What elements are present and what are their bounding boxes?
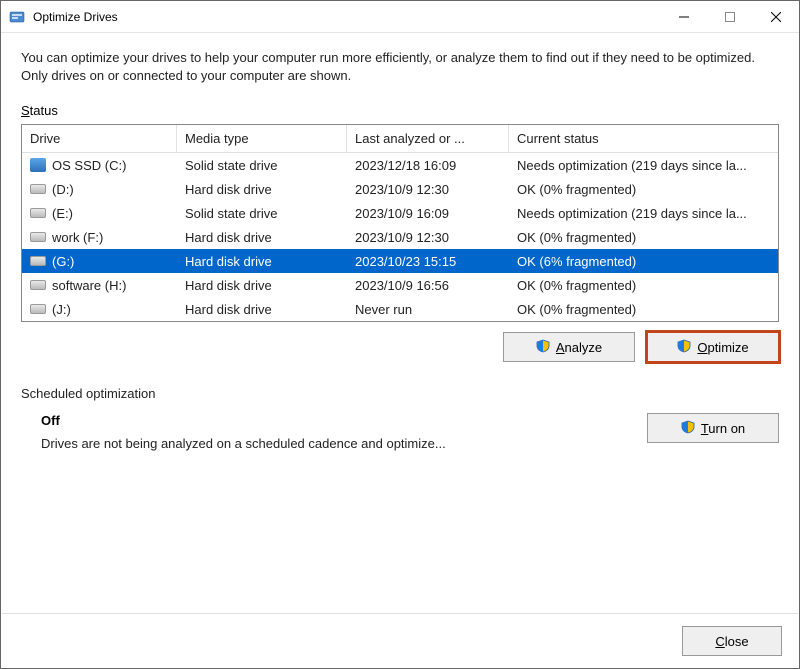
column-last[interactable]: Last analyzed or ... [347,125,509,153]
drive-icon [30,208,46,218]
drive-media: Solid state drive [177,206,347,221]
column-status[interactable]: Current status [509,125,778,153]
drive-last: 2023/10/9 12:30 [347,230,509,245]
drive-name: OS SSD (C:) [52,158,126,173]
drive-last: 2023/10/23 15:15 [347,254,509,269]
intro-text: You can optimize your drives to help you… [21,49,779,85]
drive-status: OK (0% fragmented) [509,302,778,317]
drive-icon [30,158,46,172]
minimize-button[interactable] [661,1,707,32]
table-row[interactable]: work (F:) Hard disk drive2023/10/9 12:30O… [22,225,778,249]
close-dialog-button[interactable]: Close [682,626,782,656]
status-label: Status [21,103,779,118]
scheduled-state: Off [41,413,627,428]
table-row[interactable]: (E:) Solid state drive2023/10/9 16:09Need… [22,201,778,225]
drive-media: Hard disk drive [177,254,347,269]
table-row[interactable]: (J:) Hard disk driveNever runOK (0% fragm… [22,297,778,321]
drive-last: Never run [347,302,509,317]
drive-status: Needs optimization (219 days since la... [509,206,778,221]
column-drive[interactable]: Drive [22,125,177,153]
drive-name: work (F:) [52,230,103,245]
table-row[interactable]: OS SSD (C:) Solid state drive2023/12/18 1… [22,153,778,177]
window-title: Optimize Drives [33,10,118,24]
close-button[interactable] [753,1,799,32]
drive-last: 2023/10/9 16:56 [347,278,509,293]
shield-icon [536,339,550,356]
drive-last: 2023/12/18 16:09 [347,158,509,173]
shield-icon [677,339,691,356]
scheduled-desc: Drives are not being analyzed on a sched… [41,436,627,451]
drive-status: Needs optimization (219 days since la... [509,158,778,173]
scheduled-label: Scheduled optimization [21,386,779,401]
maximize-button[interactable] [707,1,753,32]
drive-icon [30,232,46,242]
table-header: Drive Media type Last analyzed or ... Cu… [22,125,778,153]
drive-name: (G:) [52,254,74,269]
table-row[interactable]: software (H:) Hard disk drive2023/10/9 16… [22,273,778,297]
drive-icon [30,184,46,194]
optimize-label: Optimize [697,340,748,355]
close-label: Close [715,634,748,649]
drive-media: Hard disk drive [177,278,347,293]
optimize-button[interactable]: Optimize [647,332,779,362]
drive-icon [30,280,46,290]
drive-media: Solid state drive [177,158,347,173]
drive-media: Hard disk drive [177,182,347,197]
drive-status: OK (0% fragmented) [509,278,778,293]
drive-name: (J:) [52,302,71,317]
drives-table: Drive Media type Last analyzed or ... Cu… [21,124,779,322]
drive-status: OK (0% fragmented) [509,230,778,245]
drive-last: 2023/10/9 16:09 [347,206,509,221]
drive-icon [30,304,46,314]
drive-media: Hard disk drive [177,302,347,317]
analyze-label: Analyze [556,340,602,355]
column-media[interactable]: Media type [177,125,347,153]
drive-status: OK (6% fragmented) [509,254,778,269]
turn-on-button[interactable]: Turn on [647,413,779,443]
drive-last: 2023/10/9 12:30 [347,182,509,197]
titlebar: Optimize Drives [1,1,799,33]
table-row[interactable]: (G:) Hard disk drive2023/10/23 15:15OK (6… [22,249,778,273]
drive-status: OK (0% fragmented) [509,182,778,197]
shield-icon [681,420,695,437]
turn-on-label: Turn on [701,421,745,436]
app-icon [9,9,25,25]
drive-name: (E:) [52,206,73,221]
table-row[interactable]: (D:) Hard disk drive2023/10/9 12:30OK (0%… [22,177,778,201]
analyze-button[interactable]: Analyze [503,332,635,362]
drive-icon [30,256,46,266]
drive-media: Hard disk drive [177,230,347,245]
drive-name: software (H:) [52,278,126,293]
drive-name: (D:) [52,182,74,197]
